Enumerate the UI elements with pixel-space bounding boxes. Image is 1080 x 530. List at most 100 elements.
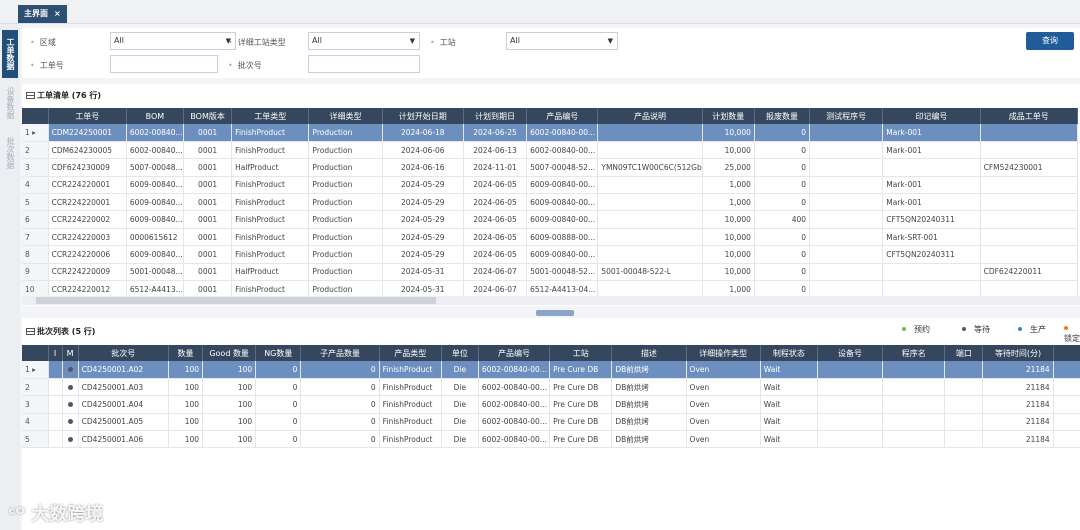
table-cell: 2024-06-25	[463, 124, 528, 142]
horizontal-scrollbar[interactable]	[22, 296, 1080, 305]
chevron-down-icon: ▼	[607, 37, 613, 45]
column-header[interactable]: 产品类型	[379, 345, 442, 361]
table-cell: Wait	[760, 378, 818, 397]
column-header[interactable]: BOM版本	[183, 108, 233, 124]
table-cell: Wait	[760, 430, 818, 449]
table-cell	[817, 430, 884, 449]
table-cell: 10,000	[702, 210, 755, 229]
column-header[interactable]: 工单号	[48, 108, 127, 124]
table-cell: CCR224220002	[48, 210, 127, 229]
column-header[interactable]: 单位	[441, 345, 479, 361]
legend-dot-icon	[962, 327, 966, 331]
side-tab-order-data[interactable]: 工单数据	[2, 30, 18, 78]
column-header[interactable]: M	[62, 345, 79, 361]
filter-panel: 区域 All▼ 详细工站类型 All▼ 工站 All▼ 工单号 批次号	[22, 28, 1080, 78]
tab-bar: 主界面 ×	[0, 0, 1080, 24]
column-header[interactable]: BOM	[126, 108, 185, 124]
table-cell: FinishProduct	[231, 245, 310, 264]
column-header[interactable]: 描述	[611, 345, 687, 361]
table-cell: Production	[308, 176, 383, 195]
side-tab-equipment-data[interactable]: 设备数据	[2, 78, 18, 128]
query-button[interactable]: 查询	[1026, 32, 1074, 50]
tab-main[interactable]: 主界面 ×	[18, 5, 67, 23]
column-header[interactable]: 详细类型	[308, 108, 383, 124]
column-header[interactable]: Good 数量	[202, 345, 257, 361]
close-icon[interactable]: ×	[54, 9, 61, 18]
lot-list-title-text: 批次列表 (5 行)	[37, 327, 96, 336]
table-row[interactable]: 2 CD4250001.A03 100 100 0 0 FinishProduct Die 60…	[22, 378, 1080, 397]
table-row[interactable]: 7 CCR224220003 0000615612 0001 FinishProduct…	[22, 228, 1079, 247]
column-header[interactable]: 数量	[168, 345, 204, 361]
table-row[interactable]: 6 CCR224220002 6009-00840... 0001 FinishProd…	[22, 210, 1079, 229]
table-row[interactable]: 8 CCR224220006 6009-00840... 0001 FinishProd…	[22, 245, 1079, 264]
column-header[interactable]	[1053, 345, 1080, 361]
column-header[interactable]: 程序名	[882, 345, 946, 361]
column-header[interactable]: 设备号	[817, 345, 884, 361]
table-cell: FinishProduct	[379, 395, 442, 414]
table-cell	[809, 263, 884, 282]
table-cell	[48, 430, 63, 449]
table-cell	[1053, 395, 1080, 414]
table-cell: 2024-05-29	[382, 228, 464, 247]
table-cell: 2024-06-05	[463, 228, 528, 247]
column-header[interactable]: 等待时间(分)	[982, 345, 1054, 361]
table-cell	[944, 430, 984, 449]
table-cell	[597, 210, 703, 229]
column-header[interactable]: 批次号	[78, 345, 169, 361]
table-row[interactable]: 5 CD4250001.A06 100 100 0 0 FinishProduct Die 60…	[22, 430, 1080, 449]
row-number: 9	[22, 263, 49, 282]
table-row[interactable]: 2 CDM624230005 6002-00840... 0001 FinishProd…	[22, 141, 1079, 160]
table-cell: Wait	[760, 361, 818, 379]
table-cell: Die	[441, 378, 479, 397]
splitter-handle[interactable]	[536, 310, 574, 316]
table-row[interactable]: 3 CD4250001.A04 100 100 0 0 FinishProduct Die 60…	[22, 395, 1080, 414]
table-cell: Die	[441, 413, 479, 432]
column-header[interactable]: NG数量	[255, 345, 302, 361]
column-header[interactable]: 产品编号	[478, 345, 551, 361]
column-header[interactable]: I	[48, 345, 63, 361]
table-row[interactable]: 4 CCR224220001 6009-00840... 0001 FinishProd…	[22, 176, 1079, 195]
column-header[interactable]	[22, 345, 49, 361]
table-cell	[809, 245, 884, 264]
column-header[interactable]: 详细操作类型	[686, 345, 761, 361]
table-row[interactable]: 4 CD4250001.A05 100 100 0 0 FinishProduct Die 60…	[22, 413, 1080, 432]
column-header[interactable]: 印记编号	[882, 108, 981, 124]
table-cell	[980, 141, 1079, 160]
table-cell: Production	[308, 263, 383, 282]
column-header[interactable]: 工单类型	[231, 108, 310, 124]
table-cell	[48, 378, 63, 397]
scrollbar-thumb[interactable]	[36, 297, 436, 304]
column-header[interactable]: 产品说明	[597, 108, 703, 124]
column-header[interactable]: 成品工单号	[980, 108, 1079, 124]
column-header[interactable]: 测试程序号	[809, 108, 884, 124]
column-header[interactable]: 计划开始日期	[382, 108, 464, 124]
table-cell: 2024-05-29	[382, 210, 464, 229]
column-header[interactable]: 计划数量	[702, 108, 755, 124]
column-header[interactable]: 制程状态	[760, 345, 818, 361]
table-row[interactable]: 1 ▸ CDM224250001 6002-00840... 0001 FinishPr…	[22, 124, 1079, 142]
station-select[interactable]: All ▼	[506, 32, 618, 50]
table-row[interactable]: 5 CCR224220001 6009-00840... 0001 FinishProd…	[22, 193, 1079, 212]
column-header[interactable]: 端口	[944, 345, 984, 361]
area-select[interactable]: All ▼	[110, 32, 236, 50]
column-header[interactable]	[22, 108, 49, 124]
column-header[interactable]: 产品编号	[526, 108, 599, 124]
table-row[interactable]: 3 CDF624230009 5007-00048... 0001 HalfProduc…	[22, 158, 1079, 177]
table-cell	[48, 413, 63, 432]
column-header[interactable]: 子产品数量	[300, 345, 380, 361]
table-cell: 100	[168, 430, 204, 449]
table-row[interactable]: 9 CCR224220009 5001-00048... 0001 HalfProduc…	[22, 263, 1079, 282]
table-cell: 10,000	[702, 228, 755, 247]
table-cell	[62, 378, 79, 397]
column-header[interactable]: 计划到期日	[463, 108, 528, 124]
column-header[interactable]: 报废数量	[754, 108, 811, 124]
table-cell: FinishProduct	[231, 141, 310, 160]
station-type-select[interactable]: All ▼	[308, 32, 420, 50]
order-input[interactable]	[110, 55, 218, 73]
lot-input[interactable]	[308, 55, 420, 73]
side-tab-lot-data[interactable]: 批次数据	[2, 128, 18, 178]
table-cell: Production	[308, 193, 383, 212]
table-cell: Mark-001	[882, 141, 981, 160]
table-row[interactable]: 1 ▸ CD4250001.A02 100 100 0 0 FinishProduct Die…	[22, 361, 1080, 379]
column-header[interactable]: 工站	[549, 345, 613, 361]
